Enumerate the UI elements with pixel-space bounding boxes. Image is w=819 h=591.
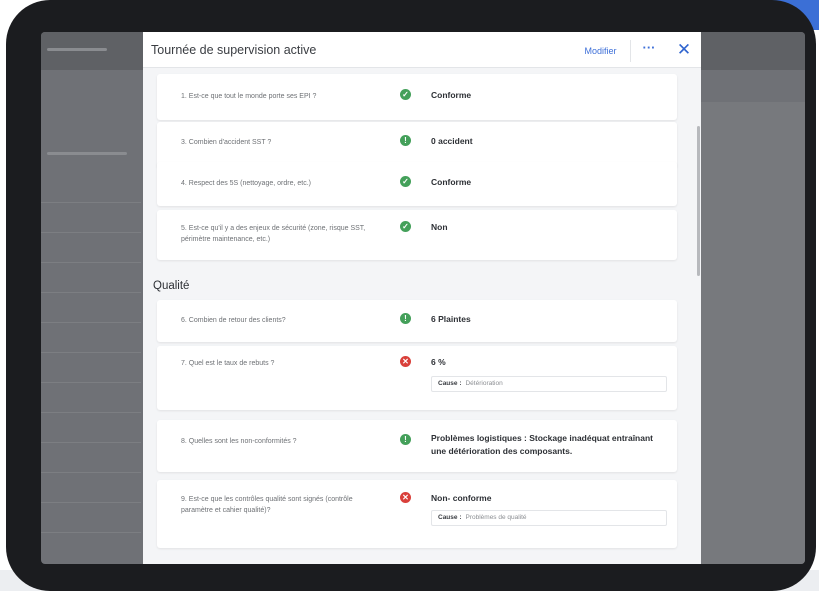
scrollbar-thumb[interactable] bbox=[697, 126, 700, 276]
check-icon: ✓ bbox=[400, 176, 411, 187]
background-row bbox=[41, 472, 141, 473]
background-row bbox=[41, 382, 141, 383]
cross-icon: ✕ bbox=[400, 356, 411, 367]
info-icon: ! bbox=[400, 313, 411, 324]
answer-value: Conforme bbox=[431, 177, 472, 187]
question-card: 5. Est-ce qu'il y a des enjeux de sécuri… bbox=[157, 210, 677, 260]
modal-title: Tournée de supervision active bbox=[151, 43, 317, 57]
tablet-screen: Tournée de supervision active Modifier ·… bbox=[41, 32, 805, 564]
answer-value: 6 % bbox=[431, 357, 446, 367]
check-icon: ✓ bbox=[400, 89, 411, 100]
background-app-title bbox=[47, 48, 107, 51]
answer-value: Non bbox=[431, 222, 448, 232]
question-card: 9. Est-ce que les contrôles qualité sont… bbox=[157, 480, 677, 548]
background-row bbox=[41, 532, 141, 533]
background-row bbox=[41, 322, 141, 323]
background-app-subtitle bbox=[47, 152, 127, 155]
background-row bbox=[41, 442, 141, 443]
background-row bbox=[41, 292, 141, 293]
modal-scrollbar[interactable] bbox=[696, 74, 701, 564]
cause-field[interactable]: Cause : Détérioration bbox=[431, 376, 667, 392]
cause-value: Détérioration bbox=[465, 380, 503, 387]
background-row bbox=[41, 262, 141, 263]
section-title-quality: Qualité bbox=[153, 280, 190, 292]
edit-button[interactable]: Modifier bbox=[571, 40, 631, 62]
modal-header: Tournée de supervision active Modifier ·… bbox=[143, 32, 701, 68]
answer-value: Non- conforme bbox=[431, 493, 492, 503]
tablet-frame: Tournée de supervision active Modifier ·… bbox=[6, 0, 816, 591]
info-icon: ! bbox=[400, 135, 411, 146]
background-row bbox=[41, 202, 141, 203]
question-text: 3. Combien d'accident SST ? bbox=[181, 139, 272, 146]
background-app-panel bbox=[701, 102, 805, 564]
cause-value: Problèmes de qualité bbox=[465, 514, 527, 521]
question-text: 1. Est-ce que tout le monde porte ses EP… bbox=[181, 93, 317, 100]
question-card: 1. Est-ce que tout le monde porte ses EP… bbox=[157, 74, 677, 120]
check-icon: ✓ bbox=[400, 221, 411, 232]
supervision-modal: Tournée de supervision active Modifier ·… bbox=[143, 32, 701, 564]
question-text: 8. Quelles sont les non-conformités ? bbox=[181, 438, 297, 445]
question-text: 6. Combien de retour des clients? bbox=[181, 317, 286, 324]
answer-value: Problèmes logistiques : Stockage inadéqu… bbox=[431, 433, 653, 456]
answer-value: 0 accident bbox=[431, 136, 473, 146]
answer-value: Conforme bbox=[431, 90, 472, 100]
background-row bbox=[41, 352, 141, 353]
cause-label: Cause : bbox=[438, 514, 462, 521]
background-row bbox=[41, 232, 141, 233]
cross-icon: ✕ bbox=[400, 492, 411, 503]
question-text: 7. Quel est le taux de rebuts ? bbox=[181, 360, 275, 367]
info-icon: ! bbox=[400, 434, 411, 445]
close-icon[interactable]: ✕ bbox=[673, 38, 695, 62]
cause-field[interactable]: Cause : Problèmes de qualité bbox=[431, 510, 667, 526]
background-row bbox=[41, 412, 141, 413]
question-card: 4. Respect des 5S (nettoyage, ordre, etc… bbox=[157, 162, 677, 206]
answer-value: 6 Plaintes bbox=[431, 314, 471, 324]
question-card: 6. Combien de retour des clients? ! 6 Pl… bbox=[157, 300, 677, 342]
question-text: 5. Est-ce qu'il y a des enjeux de sécuri… bbox=[181, 225, 366, 243]
background-row bbox=[41, 502, 141, 503]
cause-label: Cause : bbox=[438, 380, 462, 387]
more-options-icon[interactable]: ··· bbox=[637, 40, 661, 62]
question-card: 8. Quelles sont les non-conformités ? ! … bbox=[157, 420, 677, 472]
question-text: 9. Est-ce que les contrôles qualité sont… bbox=[181, 496, 353, 514]
question-card: 7. Quel est le taux de rebuts ? ✕ 6 % Ca… bbox=[157, 346, 677, 410]
question-text: 4. Respect des 5S (nettoyage, ordre, etc… bbox=[181, 180, 311, 187]
